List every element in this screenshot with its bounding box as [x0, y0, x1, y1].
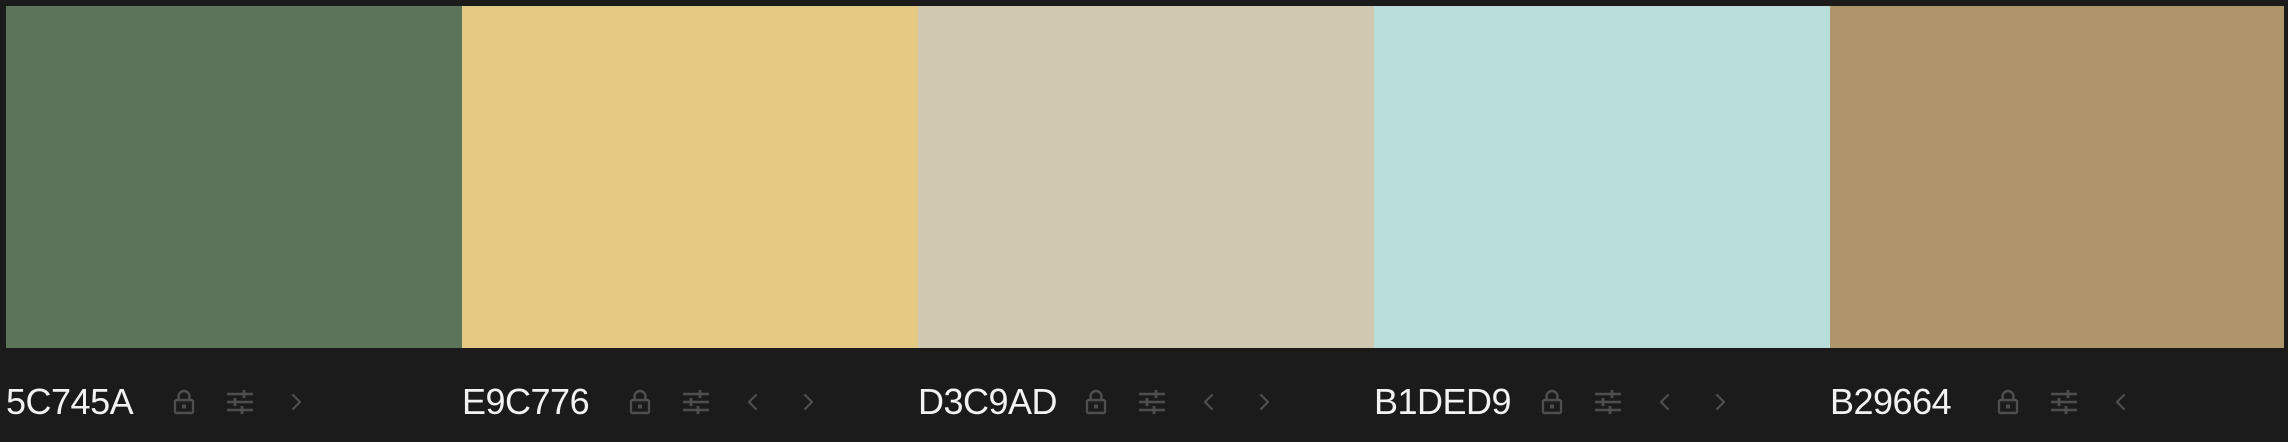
palette-column: D3C9AD — [918, 6, 1374, 442]
sliders-icon[interactable] — [668, 382, 724, 422]
hex-code[interactable]: E9C776 — [462, 384, 612, 420]
lock-icon[interactable] — [1068, 382, 1124, 422]
color-palette: 5C745A E9C776 D3C9AD B1DED9 B29664 — [6, 6, 2284, 442]
chevron-right-icon[interactable] — [1692, 382, 1748, 422]
chevron-left-icon[interactable] — [724, 382, 780, 422]
chevron-right-icon[interactable] — [268, 382, 324, 422]
sliders-icon[interactable] — [212, 382, 268, 422]
color-tools — [612, 382, 836, 422]
palette-column: E9C776 — [462, 6, 918, 442]
lock-icon[interactable] — [156, 382, 212, 422]
hex-code[interactable]: D3C9AD — [918, 384, 1068, 420]
sliders-icon[interactable] — [2036, 382, 2092, 422]
color-toolbar: B1DED9 — [1374, 348, 1830, 442]
hex-code[interactable]: B29664 — [1830, 384, 1980, 420]
palette-column: B1DED9 — [1374, 6, 1830, 442]
lock-icon[interactable] — [1980, 382, 2036, 422]
lock-icon[interactable] — [1524, 382, 1580, 422]
chevron-left-icon[interactable] — [2092, 382, 2148, 422]
chevron-right-icon[interactable] — [780, 382, 836, 422]
color-tools — [1068, 382, 1292, 422]
chevron-left-icon[interactable] — [1636, 382, 1692, 422]
hex-code[interactable]: B1DED9 — [1374, 384, 1524, 420]
sliders-icon[interactable] — [1580, 382, 1636, 422]
color-toolbar: B29664 — [1830, 348, 2284, 442]
sliders-icon[interactable] — [1124, 382, 1180, 422]
color-swatch[interactable] — [918, 6, 1374, 348]
color-swatch[interactable] — [1374, 6, 1830, 348]
color-swatch[interactable] — [1830, 6, 2284, 348]
palette-column: B29664 — [1830, 6, 2284, 442]
color-tools — [156, 382, 324, 422]
color-tools — [1980, 382, 2148, 422]
chevron-left-icon[interactable] — [1180, 382, 1236, 422]
color-swatch[interactable] — [462, 6, 918, 348]
color-swatch[interactable] — [6, 6, 462, 348]
color-toolbar: 5C745A — [6, 348, 462, 442]
color-toolbar: E9C776 — [462, 348, 918, 442]
hex-code[interactable]: 5C745A — [6, 384, 156, 420]
color-toolbar: D3C9AD — [918, 348, 1374, 442]
chevron-right-icon[interactable] — [1236, 382, 1292, 422]
lock-icon[interactable] — [612, 382, 668, 422]
color-tools — [1524, 382, 1748, 422]
palette-column: 5C745A — [6, 6, 462, 442]
